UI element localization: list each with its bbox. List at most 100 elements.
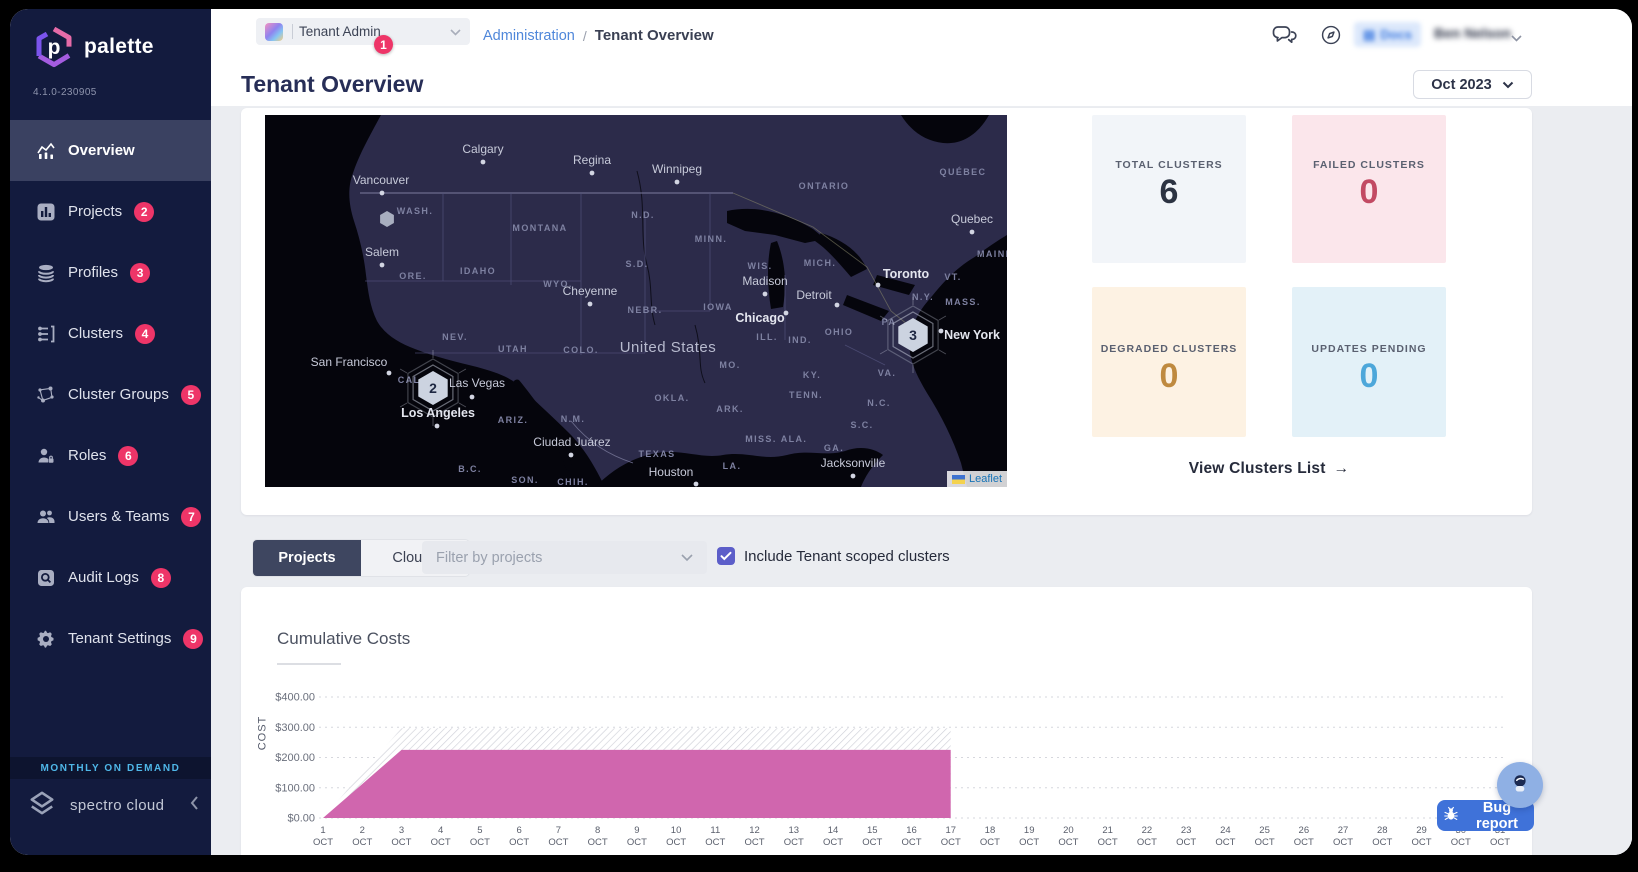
stat-value: 0 xyxy=(1359,357,1379,395)
svg-text:15OCT: 15 OCT xyxy=(862,825,882,848)
svg-text:SON.: SON. xyxy=(511,475,539,485)
svg-text:19OCT: 19 OCT xyxy=(1019,825,1039,848)
svg-text:UTAH: UTAH xyxy=(498,344,528,354)
svg-text:S.C.: S.C. xyxy=(850,420,873,430)
breadcrumb: Administration / Tenant Overview xyxy=(483,9,714,62)
svg-text:14OCT: 14 OCT xyxy=(823,825,843,848)
arrow-right-icon: → xyxy=(1333,460,1350,477)
docs-button[interactable]: ▤ Docs xyxy=(1354,22,1421,47)
sidebar-badge: 2 xyxy=(134,201,155,222)
app-logo: p palette xyxy=(32,25,154,69)
sidebar-item-users-teams[interactable]: Users & Teams 7 xyxy=(10,486,211,547)
tenant-scope-dropdown[interactable]: Tenant Admin 1 xyxy=(256,18,470,54)
help-compass-icon[interactable] xyxy=(1320,24,1342,46)
stat-label: UPDATES PENDING xyxy=(1311,343,1427,355)
svg-text:S.D.: S.D. xyxy=(625,259,648,269)
plan-badge: MONTHLY ON DEMAND xyxy=(10,757,211,779)
assistant-floating-button[interactable] xyxy=(1497,762,1543,808)
user-menu[interactable]: Ben Nelson xyxy=(1434,25,1511,41)
svg-text:ALA.: ALA. xyxy=(781,434,808,444)
clusters-map[interactable]: WASH. ORE. CAL. NEV. IDAHO MONTANA WYO. UTAH COL… xyxy=(265,115,1007,487)
include-tenant-scoped-checkbox[interactable] xyxy=(717,547,735,565)
breadcrumb-administration[interactable]: Administration xyxy=(483,28,575,44)
sidebar-item-clusters[interactable]: Clusters 4 xyxy=(10,303,211,364)
filter-by-projects-select[interactable]: Filter by projects xyxy=(422,541,707,574)
sidebar-item-overview[interactable]: Overview xyxy=(10,120,211,181)
sidebar-item-label: Overview xyxy=(68,142,135,159)
svg-text:7OCT: 7 OCT xyxy=(548,825,568,848)
svg-text:MINN.: MINN. xyxy=(695,234,728,244)
sidebar-item-label: Projects xyxy=(68,203,123,220)
tab-projects[interactable]: Projects xyxy=(253,540,361,576)
ukraine-flag-icon xyxy=(951,474,965,484)
svg-text:ONTARIO: ONTARIO xyxy=(799,181,850,191)
svg-text:MONTANA: MONTANA xyxy=(512,223,567,233)
svg-text:Regina: Regina xyxy=(573,153,611,167)
svg-text:Winnipeg: Winnipeg xyxy=(652,162,702,176)
svg-text:B.C.: B.C. xyxy=(458,464,482,474)
svg-text:IDAHO: IDAHO xyxy=(460,266,496,276)
scope-label: Tenant Admin xyxy=(292,24,381,39)
tenant-settings-icon xyxy=(36,629,56,649)
svg-text:N.D.: N.D. xyxy=(631,210,655,220)
sidebar-item-profiles[interactable]: Profiles 3 xyxy=(10,242,211,303)
stat-card-failed-clusters: FAILED CLUSTERS 0 xyxy=(1292,115,1446,263)
period-selector[interactable]: Oct 2023 xyxy=(1413,70,1532,99)
scope-icon xyxy=(265,22,283,41)
stat-value: 0 xyxy=(1159,357,1179,395)
sidebar: p palette 4.1.0-230905 Overview Projects 2… xyxy=(10,9,211,855)
sidebar-collapse-icon[interactable] xyxy=(189,795,199,816)
svg-text:IOWA: IOWA xyxy=(703,302,733,312)
projects-icon xyxy=(36,202,56,222)
svg-text:$400.00: $400.00 xyxy=(275,692,315,704)
cluster-groups-icon xyxy=(36,385,56,405)
svg-text:Calgary: Calgary xyxy=(462,142,503,156)
svg-text:27OCT: 27 OCT xyxy=(1333,825,1353,848)
sidebar-item-tenant-settings[interactable]: Tenant Settings 9 xyxy=(10,608,211,669)
svg-text:WASH.: WASH. xyxy=(397,206,434,216)
doc-icon: ▤ xyxy=(1362,26,1376,42)
svg-text:TENN.: TENN. xyxy=(789,390,823,400)
palette-logo-icon: p xyxy=(32,25,76,69)
sidebar-badge: 9 xyxy=(183,628,204,649)
map-attribution: Leaflet xyxy=(946,471,1007,487)
view-clusters-list-link[interactable]: View Clusters List → xyxy=(1092,460,1446,478)
stat-value: 0 xyxy=(1359,173,1379,211)
overview-icon xyxy=(36,141,56,161)
users-teams-icon xyxy=(36,507,56,527)
brand-name: spectro cloud xyxy=(70,796,165,814)
sidebar-badge: 8 xyxy=(150,567,171,588)
breadcrumb-separator: / xyxy=(582,27,587,44)
sidebar-item-cluster-groups[interactable]: Cluster Groups 5 xyxy=(10,364,211,425)
sidebar-item-audit-logs[interactable]: Audit Logs 8 xyxy=(10,547,211,608)
svg-text:18OCT: 18 OCT xyxy=(980,825,1000,848)
sidebar-item-label: Clusters xyxy=(68,325,124,342)
svg-text:ILL.: ILL. xyxy=(756,332,778,342)
leaflet-link[interactable]: Leaflet xyxy=(969,473,1002,485)
svg-text:CHIH.: CHIH. xyxy=(557,477,589,487)
user-chevron-down-icon[interactable] xyxy=(1511,29,1522,47)
svg-text:20OCT: 20 OCT xyxy=(1058,825,1078,848)
profiles-icon xyxy=(36,263,56,283)
include-tenant-scoped-label[interactable]: Include Tenant scoped clusters xyxy=(744,540,950,573)
breadcrumb-current: Tenant Overview xyxy=(594,27,714,44)
svg-text:$300.00: $300.00 xyxy=(275,722,315,734)
svg-text:COLO.: COLO. xyxy=(563,345,599,355)
svg-text:$0.00: $0.00 xyxy=(287,813,315,825)
svg-text:ARK.: ARK. xyxy=(716,404,744,414)
svg-text:25OCT: 25 OCT xyxy=(1255,825,1275,848)
sidebar-item-label: Tenant Settings xyxy=(68,630,172,647)
svg-text:6OCT: 6 OCT xyxy=(509,825,529,848)
cumulative-costs-chart: 1 OCT 2 OCT 3 OCT 4 OCT 5 OCT 6 OCT 7 OCT 8 OCT 9 OCT 10 OC… xyxy=(275,692,1510,849)
sidebar-item-projects[interactable]: Projects 2 xyxy=(10,181,211,242)
stat-card-updates-pending: UPDATES PENDING 0 xyxy=(1292,287,1446,437)
stat-label: FAILED CLUSTERS xyxy=(1313,159,1425,171)
sidebar-badge: 6 xyxy=(118,445,139,466)
chat-icon[interactable] xyxy=(1271,23,1298,48)
app-title: palette xyxy=(84,35,154,58)
sidebar-item-roles[interactable]: Roles 6 xyxy=(10,425,211,486)
ch art-title-divider xyxy=(277,663,341,665)
svg-text:3OCT: 3 OCT xyxy=(391,825,411,848)
svg-text:Madison: Madison xyxy=(742,274,787,288)
svg-text:VA.: VA. xyxy=(878,368,897,378)
